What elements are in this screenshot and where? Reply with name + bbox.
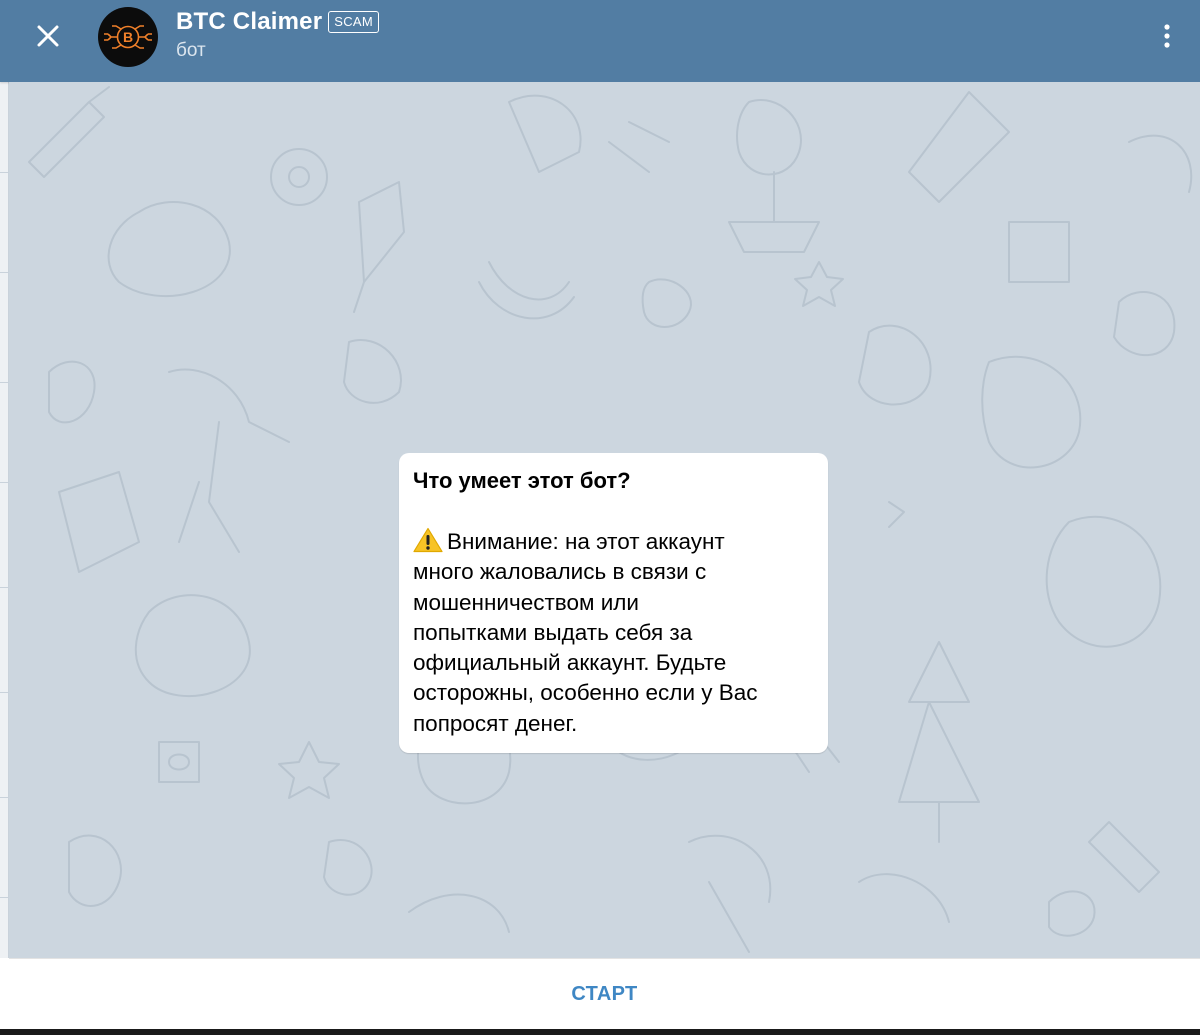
warning-line: Внимание: на этот аккаунт [413, 527, 814, 557]
close-icon [37, 25, 59, 47]
chat-header: B BTC Claimer SCAM бот [0, 0, 1200, 82]
start-button[interactable]: СТАРТ [9, 959, 1200, 1030]
bottom-bar: СТАРТ [9, 958, 1200, 1030]
avatar[interactable]: B [98, 7, 158, 67]
screen-edge [0, 1029, 1200, 1035]
warning-icon [413, 527, 443, 553]
text-line: осторожны, особенно если у Вас [413, 680, 758, 706]
more-options-button[interactable] [1148, 14, 1186, 58]
text-line: попытками выдать себя за [413, 619, 693, 645]
bot-description-bubble: Что умеет этот бот? Внимание: на этот ак… [399, 453, 828, 753]
bitcoin-logo-icon: B [104, 25, 152, 49]
text-line: официальный аккаунт. Будьте [413, 650, 727, 676]
chat-subtitle: бот [176, 40, 206, 61]
text-line: много жаловались в связи с [413, 559, 707, 585]
title-row: BTC Claimer SCAM [176, 8, 380, 36]
more-vert-icon [1164, 24, 1170, 48]
text-line: попросят денег. [413, 710, 578, 736]
text-line: Внимание: на этот аккаунт [447, 529, 725, 554]
chat-title: BTC Claimer [176, 8, 323, 35]
text-line: мошенничеством или [413, 589, 639, 615]
chat-background: Что умеет этот бот? Внимание: на этот ак… [9, 82, 1200, 958]
scam-badge: SCAM [328, 11, 380, 33]
close-button[interactable] [24, 12, 72, 60]
left-panel-edge [0, 82, 9, 958]
svg-text:B: B [123, 29, 133, 45]
bot-description-text: Внимание: на этот аккаунт много жаловали… [413, 527, 814, 739]
bot-description-title: Что умеет этот бот? [413, 468, 631, 493]
